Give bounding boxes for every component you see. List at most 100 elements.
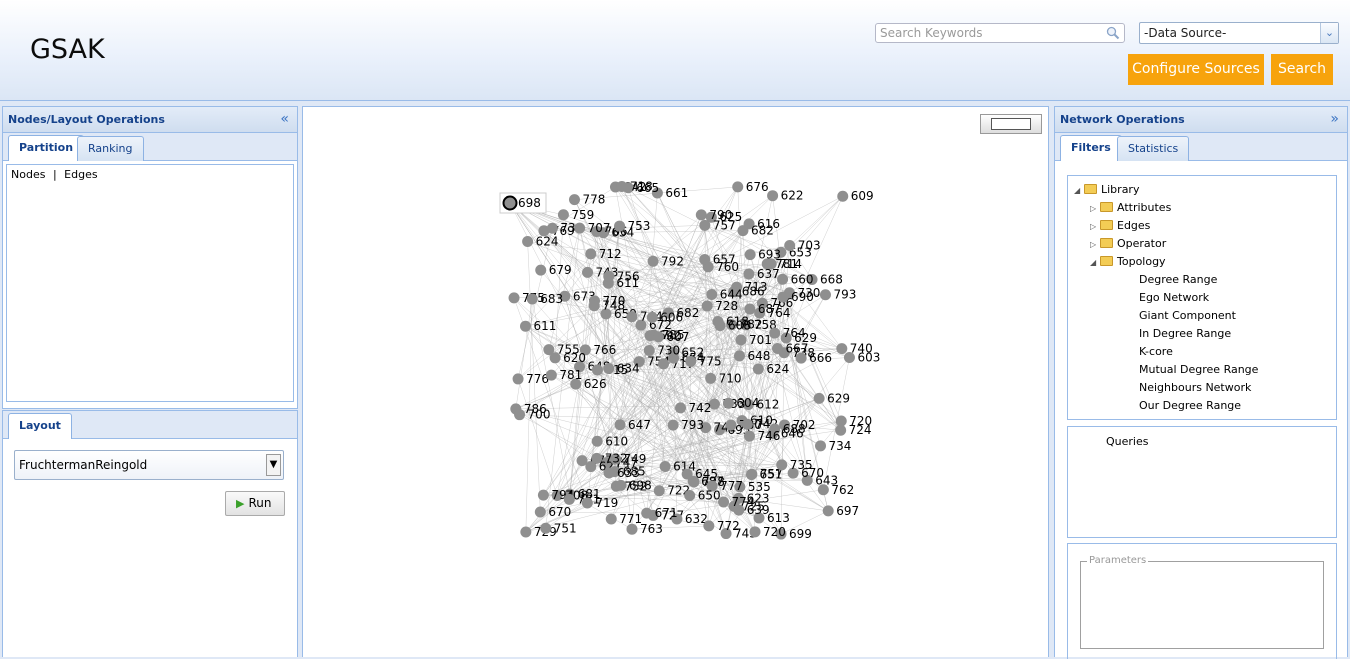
double-chevron-right-icon[interactable]: » [1330,111,1339,127]
graph-node[interactable]: 753 [614,219,650,233]
graph-node[interactable]: 629 [814,391,850,405]
graph-node[interactable]: 609 [837,189,873,203]
graph-node[interactable]: 620 [550,351,586,365]
node-marker[interactable] [735,334,746,345]
node-marker[interactable] [746,469,757,480]
topology-item[interactable]: Degree Range [1139,273,1217,286]
node-marker[interactable] [718,496,729,507]
node-marker[interactable] [796,353,807,364]
graph-node[interactable]: 666 [796,351,832,365]
graph-node[interactable]: 604 [723,396,759,410]
node-marker[interactable] [592,364,603,375]
node-marker[interactable] [585,248,596,259]
node-marker[interactable] [732,181,743,192]
node-marker[interactable] [653,331,664,342]
topology-item[interactable]: Neighbours Network [1139,381,1251,394]
graph-node[interactable]: 650 [684,489,720,503]
graph-node[interactable]: 697 [823,504,859,518]
node-marker[interactable] [615,480,626,491]
node-marker[interactable] [522,236,533,247]
node-marker[interactable] [660,461,671,472]
node-marker[interactable] [668,420,679,431]
graph-node[interactable]: 693 [745,248,781,262]
node-marker[interactable] [582,498,593,509]
node-marker[interactable] [820,289,831,300]
node-marker[interactable] [564,494,575,505]
graph-node[interactable]: 637 [743,267,779,281]
graph-node[interactable]: 729 [520,525,556,539]
graph-node[interactable]: 700 [514,408,550,422]
node-marker[interactable] [699,220,710,231]
tree-node-topology[interactable]: ◢Topology [1090,255,1166,268]
node-marker[interactable] [614,221,625,232]
node-marker[interactable] [766,258,777,269]
expanded-icon[interactable]: ◢ [1090,258,1100,267]
graph-node[interactable]: 707 [574,221,610,235]
node-marker[interactable] [844,352,855,363]
graph-node[interactable]: 660 [777,272,813,286]
graph-node[interactable]: 772 [703,519,739,533]
node-marker[interactable] [750,526,761,537]
tab-filters[interactable]: Filters [1060,135,1122,161]
graph-node[interactable]: 793 [820,288,856,302]
node-marker[interactable] [818,484,829,495]
node-marker[interactable] [520,321,531,332]
node-marker[interactable] [569,194,580,205]
node-marker[interactable] [675,402,686,413]
graph-node[interactable]: 719 [582,496,618,510]
node-marker[interactable] [837,191,848,202]
graph-node[interactable]: 624 [753,362,789,376]
graph-node[interactable]: 762 [818,483,854,497]
node-marker[interactable] [737,225,748,236]
tree-node-edges[interactable]: ▷Edges [1090,219,1150,232]
graph-node[interactable]: 764 [769,326,805,340]
node-marker[interactable] [823,505,834,516]
graph-node[interactable]: 746 [744,429,780,443]
topology-item[interactable]: In Degree Range [1139,327,1231,340]
graph-node[interactable]: 687 [744,302,780,316]
node-marker[interactable] [744,431,755,442]
layout-select[interactable]: FruchtermanReingold ▼ [14,450,284,480]
node-marker[interactable] [509,292,520,303]
double-chevron-left-icon[interactable]: « [280,111,289,127]
node-marker[interactable] [703,520,714,531]
graph-node[interactable]: 645 [682,467,718,481]
topology-item[interactable]: Mutual Degree Range [1139,363,1258,376]
node-marker[interactable] [626,311,637,322]
nodes-link[interactable]: Nodes [11,168,45,181]
tree-node-attributes[interactable]: ▷Attributes [1090,201,1171,214]
graph-node[interactable]: 732 [591,451,627,465]
graph-node[interactable]: 698 [615,478,651,492]
node-marker[interactable] [546,370,557,381]
graph-node[interactable]: 759 [558,208,594,222]
graph-node[interactable]: 683 [527,292,563,306]
node-marker[interactable] [535,506,546,517]
graph-node[interactable]: 657 [699,253,735,267]
node-marker[interactable] [769,328,780,339]
node-marker[interactable] [550,352,561,363]
graph-node[interactable]: 710 [705,371,741,385]
node-marker[interactable] [644,345,655,356]
node-marker[interactable] [538,490,549,501]
graph-node[interactable]: 639 [733,503,769,517]
graph-node[interactable]: 682 [737,224,773,238]
graph-node[interactable]: 610 [592,434,628,448]
graph-node[interactable]: 742 [675,401,711,415]
node-marker[interactable] [592,436,603,447]
graph-node[interactable]: 735 [776,458,812,472]
node-marker[interactable] [641,508,652,519]
node-marker[interactable] [527,294,538,305]
search-field[interactable] [875,23,1125,43]
node-marker[interactable] [776,459,787,470]
node-marker[interactable] [725,419,736,430]
graph-node[interactable]: 701 [735,333,771,347]
node-marker[interactable] [558,209,569,220]
graph-node[interactable]: 718 [616,180,652,194]
graph-node[interactable]: 611 [520,319,556,333]
node-marker[interactable] [815,440,826,451]
edges-link[interactable]: Edges [64,168,97,181]
node-marker[interactable] [504,197,517,210]
node-marker[interactable] [723,398,734,409]
graph-node[interactable]: 757 [699,218,735,232]
graph-node[interactable]: 720 [750,525,786,539]
